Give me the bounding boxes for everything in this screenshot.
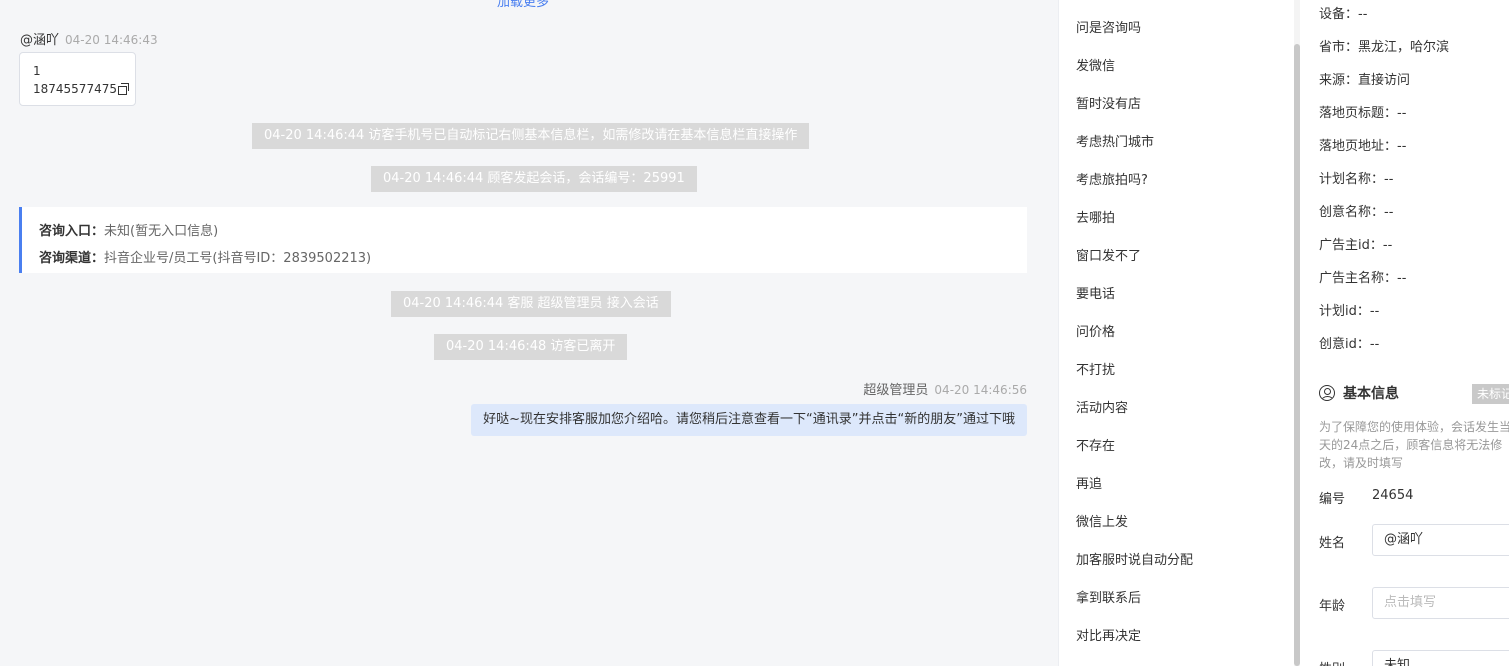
info-row-advertiser-name: 广告主名称：-- xyxy=(1319,267,1406,286)
id-label: 编号 xyxy=(1319,492,1346,507)
info-value: -- xyxy=(1397,139,1407,154)
visitor-message-meta: @涵吖 04-20 14:46:43 xyxy=(20,29,158,48)
agent-message-bubble: 好哒~现在安排客服加您介绍哈。请您稍后注意查看一下“通讯录”并点击“新的朋友”通… xyxy=(471,404,1027,436)
name-label: 姓名 xyxy=(1319,536,1346,551)
id-value: 24654 xyxy=(1372,488,1414,503)
info-key: 设备： xyxy=(1319,7,1359,22)
info-key: 落地页标题： xyxy=(1319,106,1398,121)
gender-select[interactable]: 未知 xyxy=(1372,650,1509,666)
info-key: 广告主名称： xyxy=(1319,271,1398,286)
quick-reply-item[interactable]: 活动内容 xyxy=(1076,397,1128,416)
info-key: 省市： xyxy=(1319,40,1359,55)
info-value: -- xyxy=(1397,106,1407,121)
quick-reply-item[interactable]: 加客服时说自动分配 xyxy=(1076,549,1193,568)
quick-reply-item[interactable]: 再追 xyxy=(1076,473,1102,492)
entry-value: 未知(暂无入口信息) xyxy=(104,224,219,239)
channel-value: 抖音企业号/员工号(抖音号ID：2839502213) xyxy=(104,251,372,266)
info-value: -- xyxy=(1397,271,1407,286)
system-message: 04-20 14:46:48 访客已离开 xyxy=(434,334,628,360)
channel-label: 咨询渠道： xyxy=(39,251,105,266)
info-row-source: 来源：直接访问 xyxy=(1319,69,1410,88)
info-key: 来源： xyxy=(1319,73,1359,88)
visitor-message-time: 04-20 14:46:43 xyxy=(65,33,158,47)
customer-info-panel: 设备：-- 省市：黑龙江，哈尔滨 来源：直接访问 落地页标题：-- 落地页地址：… xyxy=(1300,0,1509,666)
age-input[interactable]: 点击填写 xyxy=(1372,587,1509,619)
age-label: 年龄 xyxy=(1319,599,1346,614)
info-key: 落地页地址： xyxy=(1319,139,1398,154)
info-row-advertiser-id: 广告主id：-- xyxy=(1319,234,1392,253)
copy-icon[interactable] xyxy=(117,83,129,95)
info-row-creative-name: 创意名称：-- xyxy=(1319,201,1393,220)
quick-reply-item[interactable]: 不存在 xyxy=(1076,435,1115,454)
info-value: -- xyxy=(1369,337,1380,352)
visitor-message-bubble: 1 18745577475 xyxy=(19,52,136,106)
quick-reply-item[interactable]: 要电话 xyxy=(1076,283,1115,302)
agent-message-meta: 超级管理员 04-20 14:46:56 xyxy=(863,379,1027,398)
edit-notice: 为了保障您的使用体验，会话发生当天的24点之后，顾客信息将无法修改，请及时填写 xyxy=(1319,420,1509,470)
visitor-message-line1: 1 xyxy=(33,64,41,78)
info-row-plan-name: 计划名称：-- xyxy=(1319,168,1393,187)
info-key: 广告主id： xyxy=(1319,238,1383,253)
quick-reply-item[interactable]: 发微信 xyxy=(1076,55,1115,74)
quick-reply-item[interactable]: 拿到联系后 xyxy=(1076,587,1141,606)
info-key: 计划名称： xyxy=(1319,172,1385,187)
info-key: 计划id： xyxy=(1319,304,1370,319)
quick-reply-item[interactable]: 对比再决定 xyxy=(1076,625,1141,644)
load-more-link[interactable]: 加载更多 xyxy=(497,0,549,10)
info-value: -- xyxy=(1384,172,1394,187)
info-row-landing-title: 落地页标题：-- xyxy=(1319,102,1406,121)
info-value: -- xyxy=(1382,238,1393,253)
info-key: 创意id： xyxy=(1319,337,1370,352)
quick-reply-item[interactable]: 不打扰 xyxy=(1076,359,1115,378)
system-message: 04-20 14:46:44 访客手机号已自动标记右侧基本信息栏，如需修改请在基… xyxy=(252,123,810,149)
quick-reply-item[interactable]: 暂时没有店 xyxy=(1076,93,1141,112)
basic-info-title-text: 基本信息 xyxy=(1343,386,1399,402)
consult-entry-card: 咨询入口：未知(暂无入口信息) 咨询渠道：抖音企业号/员工号(抖音号ID：283… xyxy=(19,207,1027,273)
quick-reply-item[interactable]: 微信上发 xyxy=(1076,511,1128,530)
info-value: -- xyxy=(1369,304,1380,319)
info-value: 黑龙江，哈尔滨 xyxy=(1358,40,1450,55)
info-value: 直接访问 xyxy=(1358,73,1411,88)
visitor-phone: 18745577475 xyxy=(33,82,117,96)
quick-reply-item[interactable]: 问价格 xyxy=(1076,321,1115,340)
info-row-province: 省市：黑龙江，哈尔滨 xyxy=(1319,36,1449,55)
info-row-plan-id: 计划id：-- xyxy=(1319,300,1379,319)
visitor-name: @涵吖 xyxy=(20,33,60,48)
system-message: 04-20 14:46:44 客服 超级管理员 接入会话 xyxy=(391,291,671,317)
quick-reply-item[interactable]: 考虑热门城市 xyxy=(1076,131,1154,150)
agent-name: 超级管理员 xyxy=(863,383,929,398)
info-row-device: 设备：-- xyxy=(1319,3,1367,22)
quick-reply-item[interactable]: 问是咨询吗 xyxy=(1076,17,1141,36)
gender-label: 性别 xyxy=(1319,658,1345,666)
agent-message-time: 04-20 14:46:56 xyxy=(934,383,1027,397)
quick-reply-item[interactable]: 考虑旅拍吗? xyxy=(1076,169,1148,188)
info-key: 创意名称： xyxy=(1319,205,1385,220)
chat-panel: 加载更多 @涵吖 04-20 14:46:43 1 18745577475 04-… xyxy=(0,0,1058,666)
status-badge[interactable]: 未标记 xyxy=(1472,384,1509,404)
quick-reply-list: 问是咨询吗 发微信 暂时没有店 考虑热门城市 考虑旅拍吗? 去哪拍 窗口发不了 … xyxy=(1058,0,1294,666)
user-icon xyxy=(1319,385,1335,401)
info-value: -- xyxy=(1384,205,1394,220)
quick-reply-item[interactable]: 窗口发不了 xyxy=(1076,245,1141,264)
basic-info-title: 基本信息 xyxy=(1319,383,1399,403)
quick-reply-item[interactable]: 去哪拍 xyxy=(1076,207,1115,226)
info-row-creative-id: 创意id：-- xyxy=(1319,333,1379,352)
info-row-landing-url: 落地页地址：-- xyxy=(1319,135,1406,154)
info-value: -- xyxy=(1358,7,1368,22)
name-input[interactable]: @涵吖 xyxy=(1372,524,1509,556)
entry-label: 咨询入口： xyxy=(39,224,105,239)
system-message: 04-20 14:46:44 顾客发起会话，会话编号：25991 xyxy=(371,166,697,192)
